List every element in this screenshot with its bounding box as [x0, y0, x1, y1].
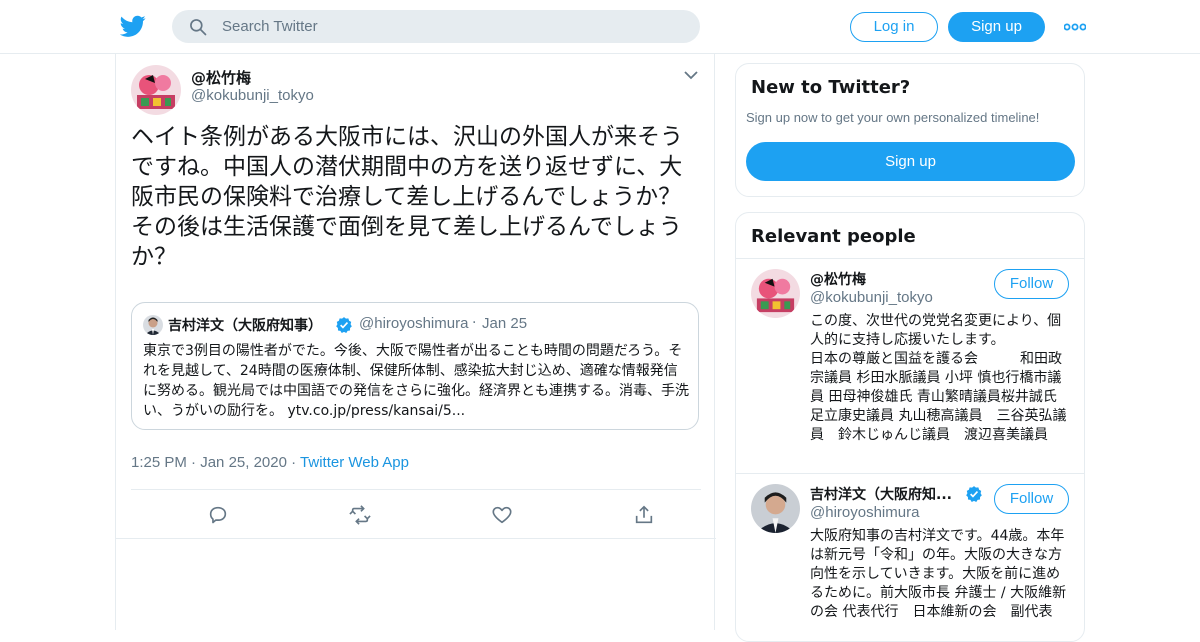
share-icon[interactable]	[633, 504, 655, 526]
avatar[interactable]	[751, 484, 800, 533]
meta-separator: ·	[291, 454, 297, 471]
top-bar: Log in Sign up	[0, 0, 1200, 54]
meta-separator: ·	[191, 454, 197, 471]
follow-button[interactable]: Follow	[994, 484, 1069, 514]
author-handle[interactable]: @kokubunji_tokyo	[191, 87, 314, 104]
quoted-author-name: 吉村洋文（大阪府知事）	[168, 318, 322, 334]
author-name[interactable]: @松竹梅	[191, 67, 251, 88]
like-heart-icon[interactable]	[491, 504, 513, 526]
divider	[116, 538, 716, 539]
quoted-avatar	[143, 315, 163, 335]
quoted-tweet[interactable]: 吉村洋文（大阪府知事） @hiroyoshimura · Jan 25 東京で3…	[131, 302, 699, 430]
person-name[interactable]: 吉村洋文（大阪府知...	[810, 484, 952, 504]
divider	[736, 258, 1084, 259]
search-icon	[190, 19, 207, 36]
search-input[interactable]	[222, 10, 682, 43]
person-name[interactable]: @松竹梅	[810, 269, 866, 289]
twitter-bird-icon[interactable]	[120, 13, 146, 39]
search-bar[interactable]	[172, 10, 700, 43]
chevron-down-icon[interactable]	[684, 70, 698, 80]
quoted-author-handle: @hiroyoshimura	[359, 315, 469, 332]
retweet-icon[interactable]	[349, 504, 371, 526]
tweet-meta: 1:25 PM · Jan 25, 2020 · Twitter Web App	[131, 454, 409, 471]
person-handle[interactable]: @kokubunji_tokyo	[810, 289, 933, 306]
relevant-people-card: Relevant people @松竹梅 @kokubunji_tokyo Fo…	[735, 212, 1085, 642]
quoted-text: 東京で3例目の陽性者がでた。今後、大阪で陽性者が出ることも時間の問題だろう。それ…	[143, 343, 689, 419]
tweet-actions	[131, 490, 701, 538]
login-button[interactable]: Log in	[850, 12, 938, 42]
tweet-column: @松竹梅 @kokubunji_tokyo ヘイト条例がある大阪市には、沢山の外…	[115, 54, 716, 630]
signup-button[interactable]: Sign up	[948, 12, 1045, 42]
more-dots-icon[interactable]	[1064, 17, 1086, 37]
quoted-date: Jan 25	[482, 315, 528, 332]
card-subtitle: Sign up now to get your own personalized…	[746, 110, 1040, 125]
person-bio: 大阪府知事の吉村洋文です。44歳。本年は新元号「令和」の年。大阪の大きな方向性を…	[810, 528, 1067, 620]
verified-badge-icon	[336, 317, 352, 333]
person-handle[interactable]: @hiroyoshimura	[810, 504, 919, 521]
divider	[736, 473, 1084, 474]
follow-button[interactable]: Follow	[994, 269, 1069, 299]
avatar[interactable]	[751, 269, 800, 318]
avatar[interactable]	[131, 65, 181, 115]
new-to-twitter-card: New to Twitter? Sign up now to get your …	[735, 63, 1085, 197]
card-title: Relevant people	[751, 226, 916, 247]
verified-badge-icon	[966, 486, 982, 502]
tweet-date: Jan 25, 2020	[200, 454, 287, 471]
card-title: New to Twitter?	[751, 77, 911, 98]
tweet-time: 1:25 PM	[131, 454, 187, 471]
person-bio: この度、次世代の党党名変更により、個人的に支持し応援いたします。 日本の尊厳と国…	[810, 313, 1067, 443]
quoted-separator: ·	[472, 315, 477, 331]
tweet-text: ヘイト条例がある大阪市には、沢山の外国人が来そうですね。中国人の潜伏期間中の方を…	[131, 124, 683, 270]
signup-large-button[interactable]: Sign up	[746, 142, 1075, 181]
tweet-source-link[interactable]: Twitter Web App	[300, 454, 409, 471]
reply-icon[interactable]	[207, 504, 229, 526]
